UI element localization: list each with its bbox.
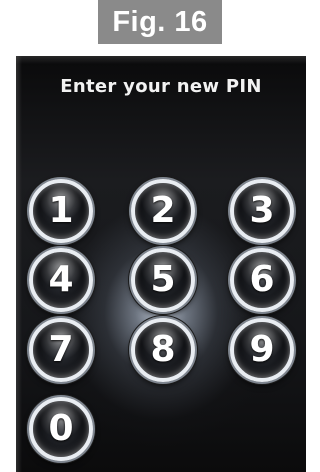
pin-prompt: Enter your new PIN: [60, 76, 262, 97]
keypad-key-8[interactable]: 8: [131, 318, 195, 382]
key-digit: 4: [48, 259, 74, 300]
keypad-key-9[interactable]: 9: [230, 318, 294, 382]
keypad-key-5[interactable]: 5: [131, 248, 195, 312]
figure-label: Fig. 16: [98, 0, 222, 44]
keypad-key-0[interactable]: 0: [29, 397, 93, 461]
key-digit: 3: [249, 190, 275, 231]
key-digit: 9: [249, 329, 275, 370]
key-digit: 7: [48, 329, 74, 370]
key-digit: 2: [150, 190, 176, 231]
keypad-key-2[interactable]: 2: [131, 179, 195, 243]
keypad-key-4[interactable]: 4: [29, 248, 93, 312]
key-digit: 8: [150, 329, 176, 370]
key-digit: 5: [150, 259, 176, 300]
keypad-key-7[interactable]: 7: [29, 318, 93, 382]
keypad-key-3[interactable]: 3: [230, 179, 294, 243]
key-digit: 1: [48, 190, 74, 231]
keypad-key-1[interactable]: 1: [29, 179, 93, 243]
key-digit: 0: [48, 408, 74, 449]
key-digit: 6: [249, 259, 275, 300]
keypad-key-6[interactable]: 6: [230, 248, 294, 312]
pin-entry-screen: Enter your new PIN 1 2 3 4 5 6 7 8 9 0: [16, 56, 306, 472]
